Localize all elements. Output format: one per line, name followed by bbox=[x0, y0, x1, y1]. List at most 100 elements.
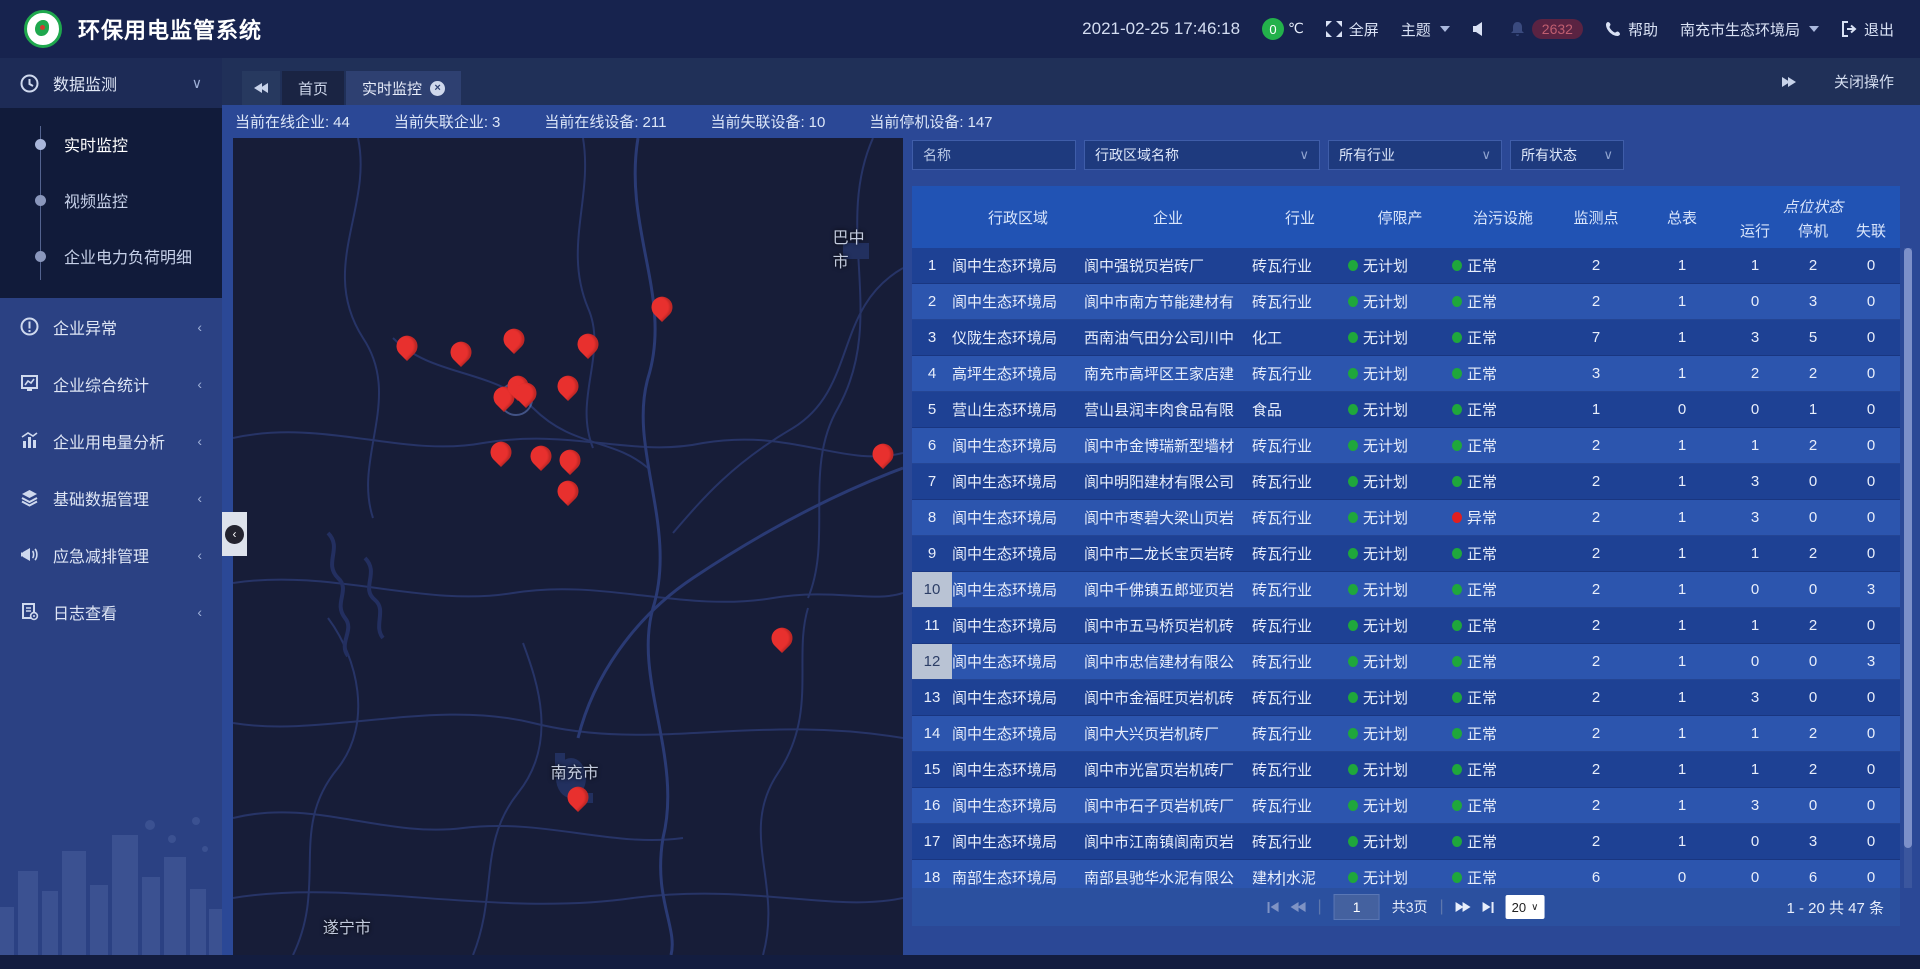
fullscreen-button[interactable]: 全屏 bbox=[1326, 19, 1379, 40]
temperature-badge: 0 bbox=[1262, 18, 1284, 40]
close-icon[interactable]: × bbox=[430, 81, 445, 96]
cell-region: 阆中生态环境局 bbox=[952, 284, 1084, 319]
logout-button[interactable]: 退出 bbox=[1841, 19, 1894, 40]
table-row[interactable]: 10阆中生态环境局阆中千佛镇五郎垭页岩砖瓦行业无计划正常21003 bbox=[912, 572, 1900, 608]
sidebar-collapse-button[interactable]: ‹ bbox=[222, 512, 247, 556]
table-row[interactable]: 18南部生态环境局南部县驰华水泥有限公建材|水泥无计划正常60060 bbox=[912, 860, 1900, 888]
chevron-down-icon: ∨ bbox=[1603, 147, 1613, 163]
table-row[interactable]: 17阆中生态环境局阆中市江南镇阆南页岩砖瓦行业无计划正常21030 bbox=[912, 824, 1900, 860]
cell-industry: 砖瓦行业 bbox=[1252, 644, 1348, 679]
notifications-button[interactable]: 2632 bbox=[1510, 19, 1583, 39]
help-button[interactable]: 帮助 bbox=[1605, 19, 1658, 40]
sidebar-subitem[interactable]: 视频监控 bbox=[0, 172, 222, 228]
theme-dropdown[interactable]: 主题 bbox=[1401, 19, 1450, 40]
cell-monitor-count: 2 bbox=[1554, 716, 1638, 751]
cell-facility: 正常 bbox=[1452, 320, 1554, 355]
cell-running: 3 bbox=[1726, 500, 1784, 535]
sidebar-item-3[interactable]: 企业用电量分析‹ bbox=[0, 412, 222, 469]
table-row[interactable]: 11阆中生态环境局阆中市五马桥页岩机砖砖瓦行业无计划正常21120 bbox=[912, 608, 1900, 644]
table-row[interactable]: 15阆中生态环境局阆中市光富页岩机砖厂砖瓦行业无计划正常21120 bbox=[912, 752, 1900, 788]
row-index: 13 bbox=[912, 680, 952, 715]
cell-monitor-count: 2 bbox=[1554, 824, 1638, 859]
status-dot-icon bbox=[1348, 440, 1358, 451]
table-row[interactable]: 7阆中生态环境局阆中明阳建材有限公司砖瓦行业无计划正常21300 bbox=[912, 464, 1900, 500]
sidebar-subitem[interactable]: 企业电力负荷明细 bbox=[0, 228, 222, 284]
row-index: 18 bbox=[912, 860, 952, 888]
table-row[interactable]: 8阆中生态环境局阆中市枣碧大梁山页岩砖瓦行业无计划异常21300 bbox=[912, 500, 1900, 536]
log-icon bbox=[20, 602, 39, 621]
status-select[interactable]: 所有状态∨ bbox=[1510, 140, 1624, 170]
cell-industry: 砖瓦行业 bbox=[1252, 248, 1348, 283]
status-dot-icon bbox=[1348, 836, 1358, 847]
cell-stop-plan: 无计划 bbox=[1348, 500, 1452, 535]
cell-facility: 正常 bbox=[1452, 392, 1554, 427]
cell-stop-plan: 无计划 bbox=[1348, 680, 1452, 715]
first-page-button[interactable] bbox=[1268, 902, 1279, 913]
megaphone-icon bbox=[20, 545, 39, 564]
chevron-down-icon: ∨ bbox=[1299, 147, 1309, 163]
sidebar-item-1[interactable]: 企业异常‹ bbox=[0, 298, 222, 355]
cell-running: 0 bbox=[1726, 860, 1784, 888]
sidebar-item-4[interactable]: 基础数据管理‹ bbox=[0, 469, 222, 526]
tabs-scroll-right-button[interactable] bbox=[1770, 65, 1808, 99]
table-row[interactable]: 16阆中生态环境局阆中市石子页岩机砖厂砖瓦行业无计划正常21300 bbox=[912, 788, 1900, 824]
page-number-input[interactable] bbox=[1334, 894, 1380, 920]
notification-count-badge: 2632 bbox=[1532, 19, 1583, 39]
cell-stop-plan: 无计划 bbox=[1348, 320, 1452, 355]
table-row[interactable]: 4高坪生态环境局南充市高坪区王家店建砖瓦行业无计划正常31220 bbox=[912, 356, 1900, 392]
org-dropdown[interactable]: 南充市生态环境局 bbox=[1680, 19, 1819, 40]
status-dot-icon bbox=[1452, 764, 1462, 775]
table-row[interactable]: 2阆中生态环境局阆中市南方节能建材有砖瓦行业无计划正常21030 bbox=[912, 284, 1900, 320]
sidebar-item-2[interactable]: 企业综合统计‹ bbox=[0, 355, 222, 412]
table-row[interactable]: 9阆中生态环境局阆中市二龙长宝页岩砖砖瓦行业无计划正常21120 bbox=[912, 536, 1900, 572]
status-count: 当前在线企业:44 bbox=[235, 111, 350, 132]
sidebar-item-5[interactable]: 应急减排管理‹ bbox=[0, 526, 222, 583]
map-panel[interactable]: 巴中市南充市遂宁市 bbox=[233, 138, 903, 955]
table-row[interactable]: 13阆中生态环境局阆中市金福旺页岩机砖砖瓦行业无计划正常21300 bbox=[912, 680, 1900, 716]
cell-running: 1 bbox=[1726, 428, 1784, 463]
table-row[interactable]: 14阆中生态环境局阆中大兴页岩机砖厂砖瓦行业无计划正常21120 bbox=[912, 716, 1900, 752]
sidebar-subitem[interactable]: 实时监控 bbox=[0, 116, 222, 172]
cell-running: 1 bbox=[1726, 716, 1784, 751]
cell-total-meter: 1 bbox=[1638, 716, 1726, 751]
cell-facility: 正常 bbox=[1452, 644, 1554, 679]
table-row[interactable]: 12阆中生态环境局阆中市忠信建材有限公砖瓦行业无计划正常21003 bbox=[912, 644, 1900, 680]
tab-首页[interactable]: 首页 bbox=[282, 71, 344, 105]
cell-halted: 2 bbox=[1784, 536, 1842, 571]
cell-facility: 正常 bbox=[1452, 536, 1554, 571]
alert-icon bbox=[20, 317, 39, 336]
last-page-button[interactable] bbox=[1483, 902, 1494, 913]
stats-icon bbox=[20, 374, 39, 393]
cell-region: 阆中生态环境局 bbox=[952, 572, 1084, 607]
name-search-input[interactable] bbox=[912, 140, 1076, 170]
app-title: 环保用电监管系统 bbox=[78, 13, 262, 45]
table-row[interactable]: 1阆中生态环境局阆中强锐页岩砖厂砖瓦行业无计划正常21120 bbox=[912, 248, 1900, 284]
cell-total-meter: 1 bbox=[1638, 644, 1726, 679]
page-size-select[interactable]: 20∨ bbox=[1506, 895, 1545, 919]
cell-region: 阆中生态环境局 bbox=[952, 428, 1084, 463]
cell-region: 仪陇生态环境局 bbox=[952, 320, 1084, 355]
cell-running: 1 bbox=[1726, 752, 1784, 787]
region-select[interactable]: 行政区域名称∨ bbox=[1084, 140, 1320, 170]
tab-实时监控[interactable]: 实时监控× bbox=[346, 71, 461, 105]
status-dot-icon bbox=[1348, 584, 1358, 595]
sidebar-item-6[interactable]: 日志查看‹ bbox=[0, 583, 222, 640]
next-page-button[interactable] bbox=[1456, 902, 1471, 912]
close-operations-button[interactable]: 关闭操作 bbox=[1834, 71, 1894, 92]
table-row[interactable]: 3仪陇生态环境局西南油气田分公司川中化工无计划正常71350 bbox=[912, 320, 1900, 356]
column-header-index bbox=[912, 186, 952, 248]
tabs-scroll-left-button[interactable] bbox=[242, 71, 280, 105]
cell-lost: 0 bbox=[1842, 320, 1900, 355]
cell-lost: 0 bbox=[1842, 464, 1900, 499]
sidebar-item-0[interactable]: 数据监测∨ bbox=[0, 58, 222, 108]
cell-company: 阆中市江南镇阆南页岩 bbox=[1084, 824, 1252, 859]
prev-page-button[interactable] bbox=[1291, 902, 1306, 912]
cell-region: 南部生态环境局 bbox=[952, 860, 1084, 888]
skyline-decoration bbox=[0, 805, 222, 955]
industry-select[interactable]: 所有行业∨ bbox=[1328, 140, 1502, 170]
status-dot-icon bbox=[1452, 404, 1462, 415]
mute-button[interactable] bbox=[1472, 21, 1488, 37]
table-row[interactable]: 5营山生态环境局营山县润丰肉食品有限食品无计划正常10010 bbox=[912, 392, 1900, 428]
table-row[interactable]: 6阆中生态环境局阆中市金博瑞新型墙材砖瓦行业无计划正常21120 bbox=[912, 428, 1900, 464]
table-scrollbar[interactable] bbox=[1904, 248, 1912, 888]
